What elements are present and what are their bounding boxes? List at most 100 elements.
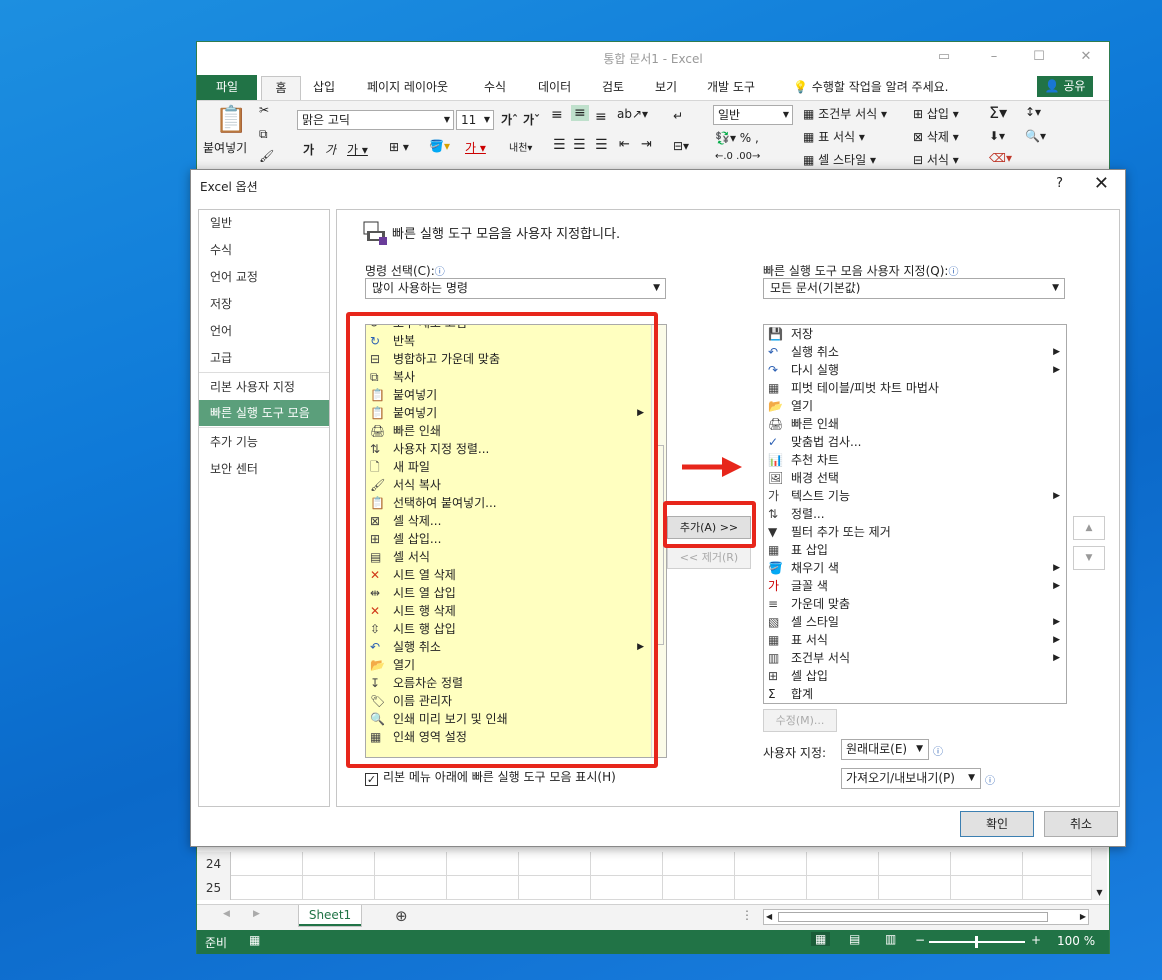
list-item[interactable]: 🏷 이름 관리자	[366, 692, 666, 710]
autosum-icon[interactable]: Σ▾	[989, 103, 1007, 122]
list-item[interactable]: ⟳ 모두 새로 고침	[366, 325, 666, 332]
scrollbar-thumb[interactable]	[654, 445, 664, 645]
info-icon[interactable]: ⓘ	[933, 743, 943, 758]
help-icon[interactable]: ?	[1056, 176, 1063, 191]
cell-style-button[interactable]: ▦ 셀 스타일 ▾	[803, 151, 876, 168]
list-item[interactable]: ↻ 반복	[366, 332, 666, 350]
page-layout-view-icon[interactable]: ▤	[849, 932, 860, 946]
nav-item-trust-center[interactable]: 보안 센터	[199, 456, 329, 482]
show-below-ribbon-row[interactable]: ✓ 리본 메뉴 아래에 빠른 실행 도구 모음 표시(H)	[365, 768, 616, 786]
list-item[interactable]: 📂 열기	[366, 656, 666, 674]
horizontal-scrollbar[interactable]: ◀ ▶	[763, 909, 1089, 925]
ribbon-display-icon[interactable]: ▭	[929, 46, 959, 68]
tab-review[interactable]: 검토	[598, 76, 628, 100]
copy-icon[interactable]: ⧉	[259, 127, 268, 142]
toolbar-commands-list[interactable]: 💾 저장 ↶ 실행 취소 ▶ ↷ 다시 실행 ▶ ▦ 피벗 테이블/피벗 차트 마법사 📂 열기 🖨 빠른…	[763, 324, 1067, 704]
bold-icon[interactable]: 가	[303, 141, 314, 158]
list-item[interactable]: ⇅ 사용자 지정 정렬...	[366, 440, 666, 458]
scroll-right-icon[interactable]: ▶	[1080, 910, 1086, 924]
decrease-indent-icon[interactable]: ⇤	[619, 137, 630, 152]
list-item[interactable]: 📊 추천 차트	[764, 451, 1066, 469]
list-item[interactable]: ⇹ 시트 열 삽입	[366, 584, 666, 602]
worksheet-grid[interactable]: 24 25 ▼	[197, 848, 1109, 900]
modify-button[interactable]: 수정(M)...	[763, 709, 837, 732]
list-item[interactable]: ⧉ 복사	[366, 368, 666, 386]
clear-icon[interactable]: ⌫▾	[989, 151, 1012, 165]
cut-icon[interactable]: ✂	[259, 103, 269, 117]
maximize-icon[interactable]: ☐	[1024, 46, 1054, 68]
merge-center-icon[interactable]: ⊟▾	[673, 139, 689, 153]
underline-icon[interactable]: 가 ▾	[347, 141, 368, 158]
show-below-ribbon-checkbox[interactable]: ✓	[365, 773, 378, 786]
list-item[interactable]: 🖨 빠른 인쇄	[366, 422, 666, 440]
list-item[interactable]: 📋 붙여넣기 ▶	[366, 404, 666, 422]
list-item[interactable]: ▥ 조건부 서식 ▶	[764, 649, 1066, 667]
increase-indent-icon[interactable]: ⇥	[641, 137, 652, 152]
reset-dropdown[interactable]: 원래대로(E) ▼	[841, 739, 929, 760]
tab-data[interactable]: 데이터	[534, 76, 575, 100]
decimal-icon[interactable]: ←.0 .00→	[715, 151, 760, 162]
fill-icon[interactable]: ⬇▾	[989, 129, 1005, 143]
list-item[interactable]: ▼ 필터 추가 또는 제거	[764, 523, 1066, 541]
list-item[interactable]: 📂 열기	[764, 397, 1066, 415]
zoom-slider-thumb[interactable]	[975, 936, 978, 948]
remove-button[interactable]: << 제거(R)	[667, 546, 751, 569]
zoom-slider[interactable]	[929, 936, 1025, 948]
list-item[interactable]: ↶ 실행 취소 ▶	[764, 343, 1066, 361]
list-item[interactable]: ⇳ 시트 행 삽입	[366, 620, 666, 638]
list-item[interactable]: ↧ 오름차순 정렬	[366, 674, 666, 692]
list-item[interactable]: ▦ 피벗 테이블/피벗 차트 마법사	[764, 379, 1066, 397]
list-item[interactable]: ▧ 셀 스타일 ▶	[764, 613, 1066, 631]
orientation-icon[interactable]: ab↗▾	[617, 107, 648, 121]
list-item[interactable]: ▤ 셀 서식	[366, 548, 666, 566]
paste-icon[interactable]: 📋	[215, 105, 247, 135]
tab-view[interactable]: 보기	[651, 76, 681, 100]
nav-item-language[interactable]: 언어	[199, 318, 329, 344]
tab-formulas[interactable]: 수식	[480, 76, 510, 100]
nav-item-add-ins[interactable]: 추가 기능	[199, 429, 329, 455]
align-bottom-icon[interactable]: ≡	[595, 109, 607, 125]
tab-insert[interactable]: 삽입	[309, 76, 339, 100]
border-icon[interactable]: ⊞ ▾	[389, 140, 409, 154]
list-item[interactable]: ≡ 가운데 맞춤	[764, 595, 1066, 613]
move-up-icon[interactable]: ▲	[1073, 516, 1105, 540]
list-item[interactable]: ✓ 맞춤법 검사...	[764, 433, 1066, 451]
list-item[interactable]: ▦ 표 서식 ▶	[764, 631, 1066, 649]
list-item[interactable]: ⇅ 정렬...	[764, 505, 1066, 523]
zoom-out-icon[interactable]: −	[915, 933, 925, 947]
vertical-scrollbar[interactable]: ▼	[1091, 848, 1107, 900]
choose-commands-dropdown[interactable]: 많이 사용하는 명령 ▼	[365, 278, 666, 299]
sheet-tab[interactable]: Sheet1	[298, 905, 362, 927]
font-size-box[interactable]: 11 ▼	[456, 110, 494, 130]
list-item[interactable]: ↶ 실행 취소 ▶	[366, 638, 666, 656]
page-break-view-icon[interactable]: ▥	[885, 932, 896, 946]
tell-me-box[interactable]: 💡 수행할 작업을 알려 주세요.	[789, 76, 952, 100]
align-middle-icon[interactable]: ≡	[571, 105, 589, 121]
nav-item-formulas[interactable]: 수식	[199, 237, 329, 263]
prev-sheet-icon[interactable]: ◀	[223, 909, 230, 919]
list-item[interactable]: 🖌 서식 복사	[366, 476, 666, 494]
list-item[interactable]: ⊞ 셀 삽입...	[366, 530, 666, 548]
tab-developer[interactable]: 개발 도구	[703, 76, 759, 100]
share-button[interactable]: 👤 공유	[1037, 76, 1093, 97]
align-left-icon[interactable]: ☰	[553, 137, 566, 153]
nav-item-quick-access-toolbar[interactable]: 빠른 실행 도구 모음	[199, 400, 329, 426]
normal-view-icon[interactable]: ▦	[811, 932, 831, 946]
conditional-format-button[interactable]: ▦ 조건부 서식 ▾	[803, 105, 887, 122]
insert-button[interactable]: ⊞ 삽입 ▾	[913, 105, 959, 122]
number-format-box[interactable]: 일반 ▼	[713, 105, 793, 125]
fill-color-icon[interactable]: 🪣▾	[429, 139, 450, 153]
list-item[interactable]: 💾 저장	[764, 325, 1066, 343]
list-item[interactable]: 🖨 빠른 인쇄	[764, 415, 1066, 433]
accounting-icon[interactable]: 💱▾ % ,	[715, 131, 759, 145]
sort-filter-icon[interactable]: ↕▾	[1025, 105, 1041, 119]
list-item[interactable]: 🔍 인쇄 미리 보기 및 인쇄	[366, 710, 666, 728]
font-name-box[interactable]: 맑은 고딕 ▼	[297, 110, 454, 130]
info-icon[interactable]: ⓘ	[985, 772, 995, 787]
table-row[interactable]: 24	[197, 852, 1091, 876]
list-item[interactable]: 📋 붙여넣기	[366, 386, 666, 404]
move-down-icon[interactable]: ▼	[1073, 546, 1105, 570]
list-item[interactable]: Σ 합계	[764, 685, 1066, 703]
align-top-icon[interactable]: ≡	[551, 107, 563, 123]
shrink-font-icon[interactable]: 가ˇ	[523, 111, 540, 128]
